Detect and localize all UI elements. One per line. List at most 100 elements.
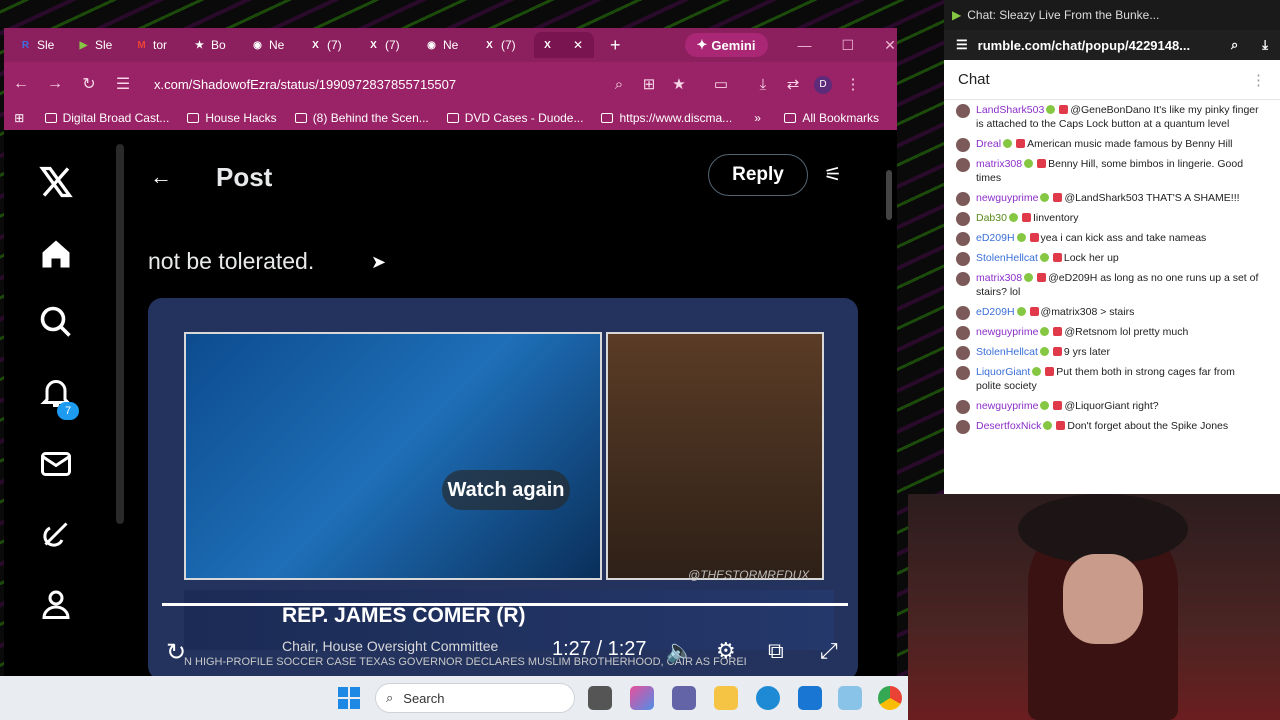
menu-icon[interactable]: ⋮ [838,75,868,93]
tab-8[interactable]: X (7) [476,32,534,58]
forward-icon[interactable]: → [38,75,72,93]
minimize-icon[interactable]: — [798,37,812,53]
bookmarks-overflow-button[interactable]: » [754,111,770,125]
video-time: 1:27 / 1:27 [552,638,647,660]
reply-button[interactable]: Reply [708,154,808,196]
home-icon[interactable] [38,236,74,272]
zoom-icon[interactable]: ⌕ [1231,37,1238,53]
tab-3[interactable]: ★ Bo [186,32,244,58]
chat-message-body: newguyprime @LandShark503 THAT'S A SHAME!… [976,191,1240,206]
bookmark-item[interactable]: DVD Cases - Duode... [446,111,583,125]
chat-username[interactable]: newguyprime [976,192,1038,204]
back-icon[interactable]: ← [4,75,38,93]
tab-1[interactable]: ▶ Sle [70,32,128,58]
reload-icon[interactable]: ↻ [72,74,106,94]
post-header: ← Post Reply ⚟ [134,140,884,214]
profile-avatar[interactable]: D [808,74,838,94]
video-player[interactable]: @THESTORMREDUX REP. JAMES COMER (R) Chai… [148,298,858,676]
chat-username[interactable]: eD209H [976,306,1015,318]
settings-sliders-icon[interactable]: ⚟ [824,162,842,187]
gemini-button[interactable]: ✦ Gemini [684,33,768,57]
back-arrow-icon[interactable]: ← [150,164,210,190]
bookmark-item[interactable]: Digital Broad Cast... [44,111,169,125]
install-icon[interactable]: ⊞ [634,75,664,93]
chat-username[interactable]: LandShark503 [976,104,1044,116]
chat-username[interactable]: matrix308 [976,272,1022,284]
chat-username[interactable]: LiquorGiant [976,366,1030,378]
chat-message-body: LiquorGiant Put them both in strong cages… [976,365,1260,394]
volume-icon[interactable]: 🔈 [666,638,693,664]
chat-menu-icon[interactable]: ⋮ [1251,71,1266,89]
all-bookmarks[interactable]: All Bookmarks [784,111,879,125]
extensions-icon[interactable]: ⇄ [778,75,808,93]
download-icon[interactable]: ⤓ [1262,37,1268,53]
tab-5[interactable]: X (7) [302,32,360,58]
chat-message: eD209H yea i can kick ass and take nameas [956,228,1260,248]
chat-username[interactable]: StolenHellcat [976,252,1038,264]
edge-icon[interactable] [756,686,780,710]
chat-username[interactable]: DesertfoxNick [976,420,1041,432]
file-explorer-icon[interactable] [714,686,738,710]
tab-9[interactable]: X ✕ [534,32,594,58]
bookmark-item[interactable]: House Hacks [187,111,277,125]
chat-username[interactable]: newguyprime [976,326,1038,338]
tab-2[interactable]: Mtor [128,32,186,58]
teams-icon[interactable] [672,686,696,710]
replay-icon[interactable]: ↻ [166,638,186,667]
windows-start-icon[interactable] [338,687,360,709]
chat-username[interactable]: matrix308 [976,158,1022,170]
copilot-icon[interactable] [630,686,654,710]
badge-icon [1040,193,1050,203]
avatar [956,325,970,340]
gear-icon[interactable]: ⚙ [716,638,736,664]
bookmark-item[interactable]: https://www.discma... [601,111,732,125]
left-scrollbar[interactable] [116,144,124,524]
fullscreen-icon[interactable]: ⤢ [820,638,838,664]
close-tab-icon[interactable]: ✕ [573,38,583,52]
bookmark-star-icon[interactable]: ★ [664,75,694,93]
task-view-icon[interactable] [588,686,612,710]
cast-icon[interactable]: ▭ [706,75,736,93]
tab-4[interactable]: ◉ Ne [244,32,302,58]
chat-url[interactable]: rumble.com/chat/popup/4229148... [978,38,1190,53]
chat-message-body: Dab30 Iinventory [976,211,1078,226]
bookmark-item[interactable]: (8) Behind the Scen... [294,111,429,125]
profile-icon[interactable] [38,586,74,622]
chat-username[interactable]: StolenHellcat [976,346,1038,358]
badge-icon [1032,367,1042,377]
url-field[interactable]: x.com/ShadowofEzra/status/19909728378557… [154,77,604,92]
chat-username[interactable]: Dreal [976,138,1001,150]
x-logo-icon[interactable] [38,164,74,200]
chat-text: @LiquorGiant right? [1064,399,1159,412]
tab-6[interactable]: X (7) [360,32,418,58]
zoom-icon[interactable]: ⌕ [604,76,634,93]
app-icon[interactable] [838,686,862,710]
chat-username[interactable]: newguyprime [976,400,1038,412]
taskbar-search[interactable]: ⌕ Search [375,683,575,713]
chat-text: yea i can kick ass and take nameas [1040,231,1207,244]
watch-again-button[interactable]: Watch again [442,470,570,510]
chat-username[interactable]: Dab30 [976,212,1007,224]
bookmark-label: https://www.discma... [619,111,733,125]
badge-icon [1053,327,1063,337]
search-icon[interactable] [38,304,74,340]
tab-7[interactable]: ◉ Ne [418,32,476,58]
site-info-icon[interactable]: ☰ [956,37,968,53]
close-icon[interactable]: ✕ [884,37,896,54]
download-icon[interactable]: ⤓ [748,76,778,93]
apps-grid-icon[interactable]: ⊞ [10,111,29,125]
maximize-icon[interactable]: ☐ [842,37,855,54]
chat-window-title: Chat: Sleazy Live From the Bunke... [967,8,1160,22]
store-icon[interactable] [798,686,822,710]
tab-favicon-icon: X [544,39,551,51]
right-scrollbar[interactable] [886,170,892,220]
chat-username[interactable]: eD209H [976,232,1015,244]
chrome-icon[interactable] [878,686,902,710]
video-progress-bar[interactable] [162,603,848,606]
grok-icon[interactable] [38,516,74,552]
messages-icon[interactable] [38,446,74,482]
site-info-icon[interactable]: ☰ [106,74,140,94]
tab-0[interactable]: R Sle [12,32,70,58]
new-tab-button[interactable]: + [610,35,621,56]
popout-icon[interactable]: ⧉ [768,638,784,664]
